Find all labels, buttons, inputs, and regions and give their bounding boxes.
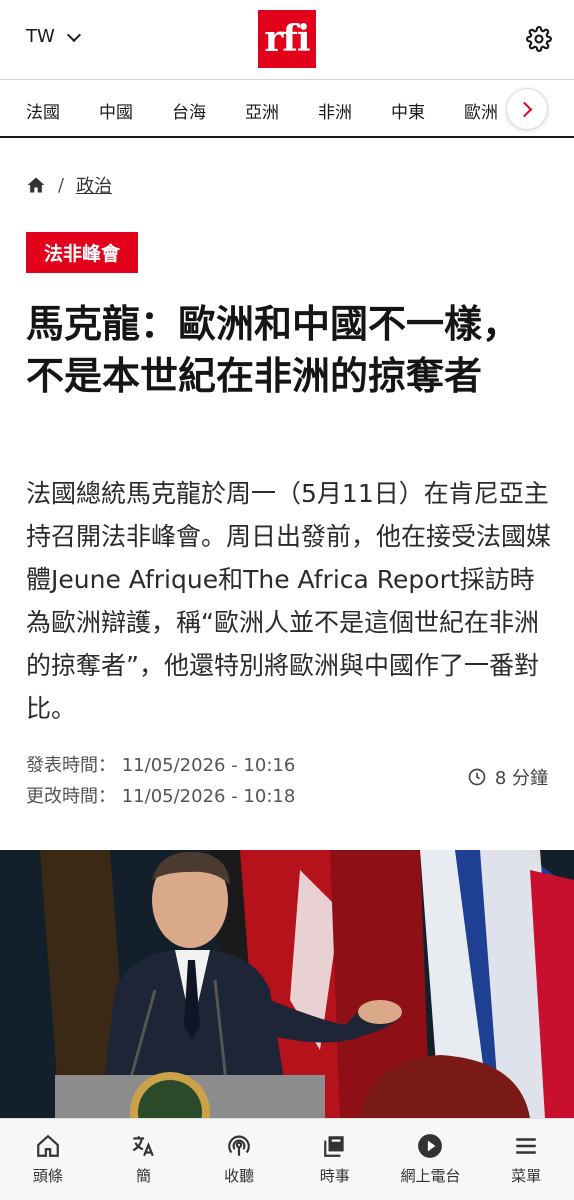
tab-headlines[interactable]: 頭條 — [3, 1133, 93, 1186]
bottom-nav: 頭條 簡 收聽 時事 網上電台 菜單 — [0, 1118, 574, 1200]
breadcrumb: / 政治 — [26, 172, 112, 198]
article-tag[interactable]: 法非峰會 — [26, 232, 139, 273]
tab-label: 簡 — [135, 1167, 151, 1185]
published-value: 11/05/2026 - 10:16 — [121, 755, 296, 776]
modified-row: 更改時間： 11/05/2026 - 10:18 — [26, 781, 295, 812]
section-nav: 法國中國台海亞洲非洲中東歐洲美洲 — [0, 82, 574, 138]
tab-current-affairs[interactable]: 時事 — [290, 1133, 380, 1186]
article-photo[interactable] — [0, 850, 574, 1118]
translate-icon — [133, 1136, 155, 1157]
tab-menu[interactable]: 菜單 — [481, 1133, 571, 1186]
published-label: 發表時間： — [26, 755, 116, 776]
rfi-logo[interactable]: rfi — [258, 10, 316, 68]
tab-listen[interactable]: 收聽 — [194, 1133, 284, 1186]
play-icon — [418, 1134, 443, 1158]
breadcrumb-separator: / — [58, 174, 65, 196]
clock-icon — [468, 768, 486, 786]
home-icon[interactable] — [26, 175, 46, 195]
nav-item[interactable]: 中東 — [391, 98, 464, 123]
nav-item[interactable]: 非洲 — [318, 98, 391, 123]
nav-item[interactable]: 台海 — [172, 98, 245, 123]
modified-value: 11/05/2026 - 10:18 — [121, 786, 296, 807]
published-row: 發表時間： 11/05/2026 - 10:16 — [26, 750, 295, 781]
home-icon — [36, 1134, 59, 1157]
article-title: 馬克龍：歐洲和中國不一樣，不是本世紀在非洲的掠奪者 — [26, 302, 521, 398]
chevron-down-icon — [66, 27, 81, 42]
article-lead: 法國總統馬克龍於周一（5月11日）在肯尼亞主持召開法非峰會。周日出發前，他在接受… — [26, 479, 552, 723]
read-time-value: 8 分鐘 — [494, 768, 548, 789]
speaker-at-podium-photo — [0, 850, 574, 1118]
nav-next-button[interactable] — [506, 88, 548, 130]
tab-label: 頭條 — [32, 1167, 63, 1185]
tab-label: 網上電台 — [400, 1167, 461, 1185]
gear-icon[interactable] — [526, 26, 552, 52]
region-label: TW — [26, 26, 55, 47]
nav-item[interactable]: 法國 — [26, 98, 99, 123]
modified-label: 更改時間： — [26, 786, 116, 807]
nav-item[interactable]: 亞洲 — [245, 98, 318, 123]
tab-online-radio[interactable]: 網上電台 — [385, 1133, 475, 1186]
chevron-right-icon — [516, 101, 533, 117]
top-header: TW rfi — [0, 0, 574, 80]
read-time: 8 分鐘 — [467, 764, 548, 790]
breadcrumb-section-link[interactable]: 政治 — [76, 172, 112, 198]
tab-label: 收聽 — [224, 1167, 255, 1185]
menu-icon — [516, 1138, 536, 1154]
nav-item[interactable]: 中國 — [99, 98, 172, 123]
tab-label: 時事 — [319, 1167, 350, 1185]
podcast-icon — [228, 1135, 250, 1156]
news-icon — [323, 1136, 344, 1157]
tab-simplified[interactable]: 簡 — [98, 1133, 188, 1186]
region-selector[interactable]: TW — [26, 26, 81, 47]
article-meta: 發表時間： 11/05/2026 - 10:16 更改時間： 11/05/202… — [26, 750, 295, 812]
tab-label: 菜單 — [511, 1167, 542, 1185]
